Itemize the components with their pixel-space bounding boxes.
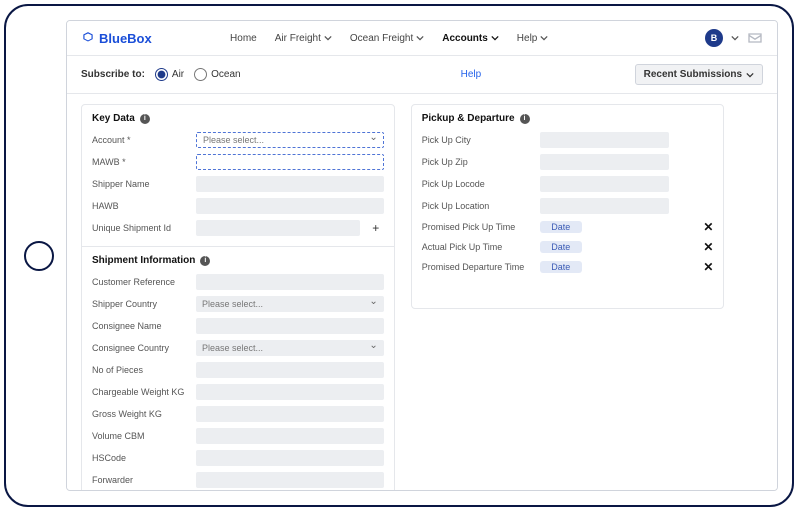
shipper-name-input[interactable] — [196, 176, 384, 192]
chevron-down-icon — [416, 34, 424, 42]
field-pickup-location: Pick Up Location — [422, 198, 714, 214]
brand-name: BlueBox — [99, 31, 152, 46]
user-avatar[interactable]: B — [705, 29, 723, 47]
forwarder-input[interactable] — [196, 472, 384, 488]
field-pickup-city: Pick Up City — [422, 132, 714, 148]
pieces-input[interactable] — [196, 362, 384, 378]
tablet-frame: BlueBox Home Air Freight Ocean Freight A… — [4, 4, 794, 507]
key-data-title: Key Data i — [92, 113, 384, 124]
recent-submissions-button[interactable]: Recent Submissions — [635, 64, 763, 85]
radio-ocean[interactable]: Ocean — [194, 68, 240, 81]
nav-right: B — [705, 29, 763, 47]
info-icon[interactable]: i — [200, 256, 210, 266]
pickup-location-input[interactable] — [540, 198, 669, 214]
shipment-id-input[interactable] — [196, 220, 360, 236]
chevron-down-icon — [324, 34, 332, 42]
right-column: Pickup & Departure i Pick Up City Pick U… — [411, 104, 725, 309]
field-shipper-country: Shipper Country Please select... — [92, 296, 384, 312]
add-shipment-id-button[interactable]: + — [368, 221, 384, 235]
mawb-input[interactable] — [196, 154, 384, 170]
brand-logo[interactable]: BlueBox — [81, 31, 152, 46]
field-actual-pickup: Actual Pick Up Time Date ✕ — [422, 240, 714, 254]
field-consignee-name: Consignee Name — [92, 318, 384, 334]
top-nav: BlueBox Home Air Freight Ocean Freight A… — [67, 21, 777, 56]
shipment-info-title: Shipment Information i — [92, 255, 384, 266]
logo-icon — [81, 31, 95, 45]
pickup-city-input[interactable] — [540, 132, 669, 148]
field-customer-ref: Customer Reference — [92, 274, 384, 290]
date-button[interactable]: Date — [540, 241, 582, 253]
field-chargeable-weight: Chargeable Weight KG — [92, 384, 384, 400]
hawb-input[interactable] — [196, 198, 384, 214]
chevron-down-icon — [491, 34, 499, 42]
field-shipper-name: Shipper Name — [92, 176, 384, 192]
chargeable-weight-input[interactable] — [196, 384, 384, 400]
nav-air-freight[interactable]: Air Freight — [275, 33, 332, 44]
field-volume: Volume CBM — [92, 428, 384, 444]
nav-accounts[interactable]: Accounts — [442, 33, 499, 44]
date-button[interactable]: Date — [540, 261, 582, 273]
field-shipment-id: Unique Shipment Id + — [92, 220, 384, 236]
account-select[interactable]: Please select... — [196, 132, 384, 148]
help-link[interactable]: Help — [461, 69, 482, 80]
pickup-locode-input[interactable] — [540, 176, 669, 192]
nav-ocean-freight[interactable]: Ocean Freight — [350, 33, 424, 44]
consignee-name-input[interactable] — [196, 318, 384, 334]
info-icon[interactable]: i — [520, 114, 530, 124]
radio-air-input[interactable] — [155, 68, 168, 81]
field-promised-departure: Promised Departure Time Date ✕ — [422, 260, 714, 274]
nav-links: Home Air Freight Ocean Freight Accounts … — [230, 33, 548, 44]
envelope-icon[interactable] — [747, 32, 763, 44]
clear-icon[interactable]: ✕ — [703, 240, 713, 254]
subscribe-label: Subscribe to: — [81, 69, 145, 80]
customer-ref-input[interactable] — [196, 274, 384, 290]
pickup-departure-title: Pickup & Departure i — [422, 113, 714, 124]
chevron-down-icon — [746, 71, 754, 79]
field-mawb: MAWB * — [92, 154, 384, 170]
consignee-country-select[interactable]: Please select... — [196, 340, 384, 356]
date-button[interactable]: Date — [540, 221, 582, 233]
chevron-down-icon[interactable] — [731, 34, 739, 42]
field-pieces: No of Pieces — [92, 362, 384, 378]
device-home-button[interactable] — [24, 241, 54, 271]
section-divider — [82, 246, 394, 247]
nav-help[interactable]: Help — [517, 33, 549, 44]
field-account: Account * Please select... — [92, 132, 384, 148]
pickup-zip-input[interactable] — [540, 154, 669, 170]
radio-ocean-input[interactable] — [194, 68, 207, 81]
hscode-input[interactable] — [196, 450, 384, 466]
field-hawb: HAWB — [92, 198, 384, 214]
field-consignee-country: Consignee Country Please select... — [92, 340, 384, 356]
nav-home[interactable]: Home — [230, 33, 257, 44]
app-screen: BlueBox Home Air Freight Ocean Freight A… — [66, 20, 778, 491]
clear-icon[interactable]: ✕ — [703, 220, 713, 234]
gross-weight-input[interactable] — [196, 406, 384, 422]
field-hscode: HSCode — [92, 450, 384, 466]
left-column: Key Data i Account * Please select... MA… — [81, 104, 395, 491]
clear-icon[interactable]: ✕ — [703, 260, 713, 274]
field-gross-weight: Gross Weight KG — [92, 406, 384, 422]
volume-input[interactable] — [196, 428, 384, 444]
field-promised-pickup: Promised Pick Up Time Date ✕ — [422, 220, 714, 234]
info-icon[interactable]: i — [140, 114, 150, 124]
form-content: Key Data i Account * Please select... MA… — [67, 94, 777, 491]
subscribe-controls: Subscribe to: Air Ocean — [81, 68, 241, 81]
field-forwarder: Forwarder — [92, 472, 384, 488]
radio-air[interactable]: Air — [155, 68, 184, 81]
shipper-country-select[interactable]: Please select... — [196, 296, 384, 312]
field-pickup-locode: Pick Up Locode — [422, 176, 714, 192]
field-pickup-zip: Pick Up Zip — [422, 154, 714, 170]
chevron-down-icon — [540, 34, 548, 42]
subscribe-bar: Subscribe to: Air Ocean Help Recent Subm… — [67, 56, 777, 94]
